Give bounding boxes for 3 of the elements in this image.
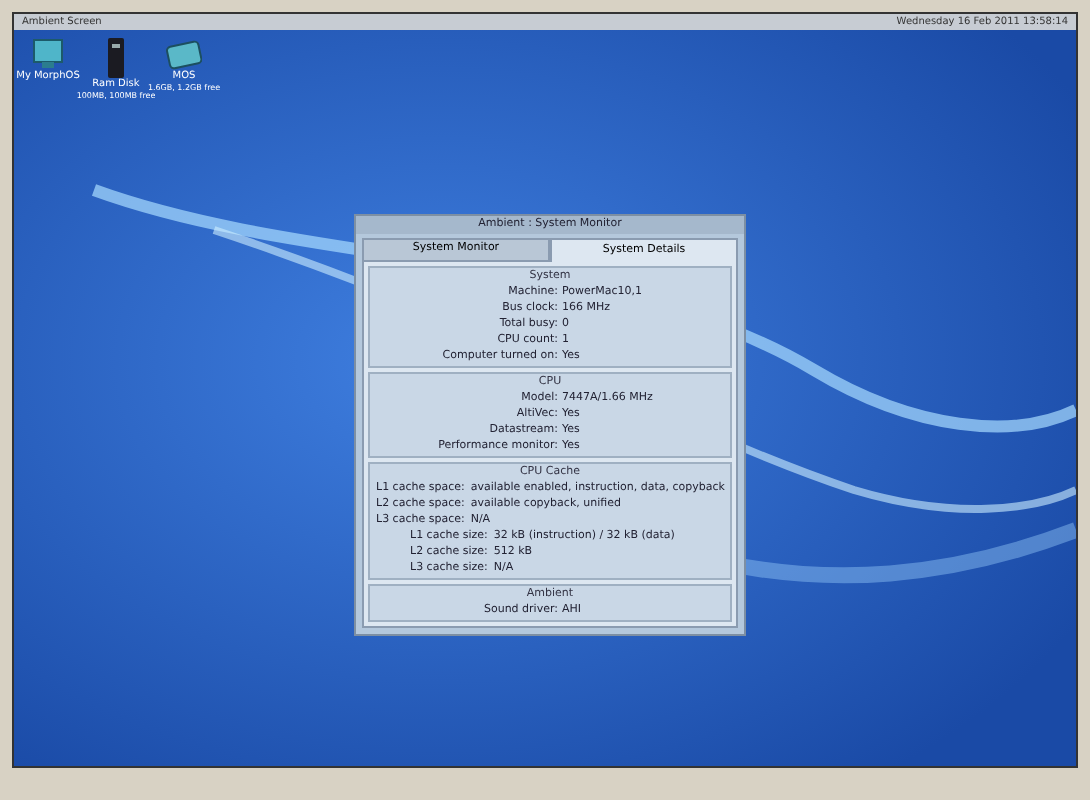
hard-drive-icon — [166, 38, 202, 70]
monitor-icon — [30, 38, 66, 70]
drive-tower-icon — [106, 38, 126, 78]
